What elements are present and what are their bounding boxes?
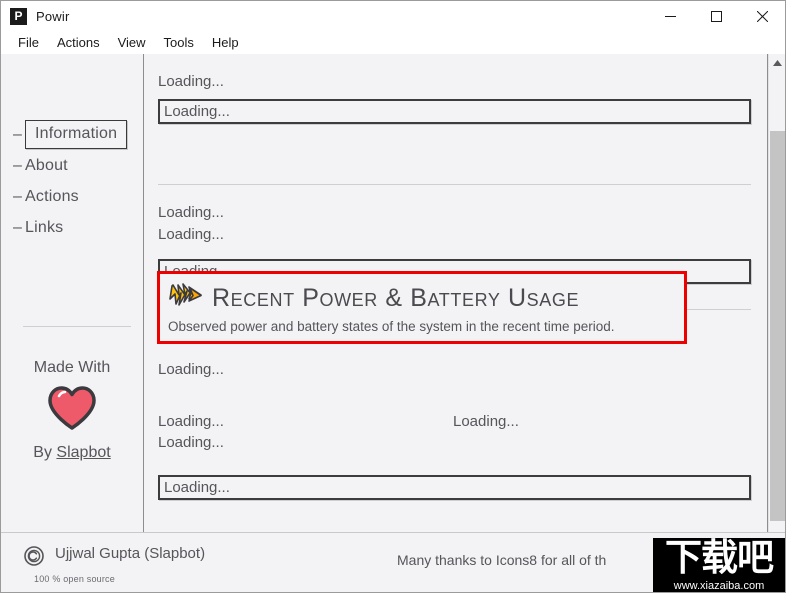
- window-controls: [647, 1, 785, 31]
- sidebar-divider: [23, 326, 131, 327]
- title-bar: P Powir: [1, 1, 785, 31]
- window-title: Powir: [36, 8, 70, 24]
- watermark-overlay: 下载吧 www.xiazaiba.com: [653, 538, 785, 592]
- app-logo-icon: P: [10, 7, 27, 25]
- scroll-up-arrow-icon[interactable]: [769, 54, 785, 72]
- loading-label: Loading...: [453, 413, 519, 430]
- watermark-url-text: www.xiazaiba.com: [673, 580, 765, 592]
- menu-item-view[interactable]: View: [109, 33, 155, 52]
- lightning-bolt-icon: [168, 282, 204, 315]
- made-with-label: Made With: [33, 359, 111, 376]
- watermark-chinese-text: 下载吧: [665, 538, 774, 579]
- sidebar-item-about[interactable]: – About: [1, 150, 143, 181]
- heading-subtitle: Observed power and battery states of the…: [168, 319, 615, 334]
- copyright-icon: [23, 545, 45, 572]
- section-divider: [158, 184, 751, 185]
- status-field-value: Loading...: [164, 479, 230, 496]
- loading-label: Loading...: [158, 226, 224, 243]
- sidebar-item-information[interactable]: – Information: [1, 119, 143, 150]
- loading-label: Loading...: [158, 413, 224, 430]
- sidebar-item-links[interactable]: – Links: [1, 212, 143, 243]
- menu-item-file[interactable]: File: [9, 33, 48, 52]
- scrollbar-thumb[interactable]: [770, 131, 785, 521]
- bullet-dash-icon: –: [13, 125, 22, 143]
- footer-thanks-text: Many thanks to Icons8 for all of th: [397, 552, 607, 568]
- loading-label: Loading...: [158, 73, 224, 90]
- status-field[interactable]: Loading...: [158, 475, 751, 500]
- sidebar-nav: – Information – About – Actions – Links: [1, 119, 143, 243]
- sidebar-item-actions[interactable]: – Actions: [1, 181, 143, 212]
- heart-icon: [1, 385, 143, 436]
- sidebar: – Information – About – Actions – Links: [1, 54, 144, 532]
- section-top: Loading... Loading...: [158, 73, 751, 124]
- sidebar-item-label: About: [25, 156, 68, 174]
- vertical-scrollbar[interactable]: [768, 54, 785, 532]
- footer-copyright: Ujjwal Gupta (Slapbot): [23, 545, 205, 572]
- loading-label: Loading...: [158, 361, 224, 378]
- recent-power-usage-heading-block: Recent Power & Battery Usage Observed po…: [157, 271, 687, 344]
- menu-bar: File Actions View Tools Help: [1, 31, 785, 54]
- heading-row: Recent Power & Battery Usage: [168, 282, 674, 315]
- status-field[interactable]: Loading...: [158, 99, 751, 124]
- menu-item-tools[interactable]: Tools: [155, 33, 203, 52]
- heading-title: Recent Power & Battery Usage: [212, 284, 580, 312]
- sidebar-item-label: Information: [25, 120, 128, 149]
- maximize-button[interactable]: [693, 1, 739, 31]
- content-area: – Information – About – Actions – Links: [1, 54, 785, 532]
- sidebar-item-label: Actions: [25, 187, 79, 205]
- status-field-value: Loading...: [164, 103, 230, 120]
- section-bottom: Loading... Loading... Loading... Loading…: [158, 361, 751, 500]
- application-window: P Powir File Actions View Tools Help – I…: [0, 0, 786, 593]
- sidebar-item-label: Links: [25, 218, 64, 236]
- loading-label: Loading...: [158, 434, 224, 451]
- open-source-note: 100 % open source: [34, 574, 115, 584]
- menu-item-actions[interactable]: Actions: [48, 33, 109, 52]
- slapbot-link[interactable]: Slapbot: [56, 444, 110, 461]
- loading-label: Loading...: [158, 204, 224, 221]
- main-panel: Loading... Loading... Loading... Loading…: [144, 54, 768, 532]
- made-with-section: Made With By Slapbot: [1, 359, 143, 462]
- section-bottom-columns: Loading... Loading... Loading...: [158, 413, 751, 458]
- bullet-dash-icon: –: [13, 218, 22, 236]
- bullet-dash-icon: –: [13, 187, 22, 205]
- minimize-button[interactable]: [647, 1, 693, 31]
- section-bottom-left-column: Loading... Loading...: [158, 413, 224, 451]
- copyright-text: Ujjwal Gupta (Slapbot): [55, 545, 206, 562]
- made-by-line: By Slapbot: [1, 444, 143, 462]
- close-button[interactable]: [739, 1, 785, 31]
- by-prefix: By: [33, 444, 57, 461]
- bullet-dash-icon: –: [13, 156, 22, 174]
- section-bottom-right-column: Loading...: [453, 413, 519, 430]
- menu-item-help[interactable]: Help: [203, 33, 248, 52]
